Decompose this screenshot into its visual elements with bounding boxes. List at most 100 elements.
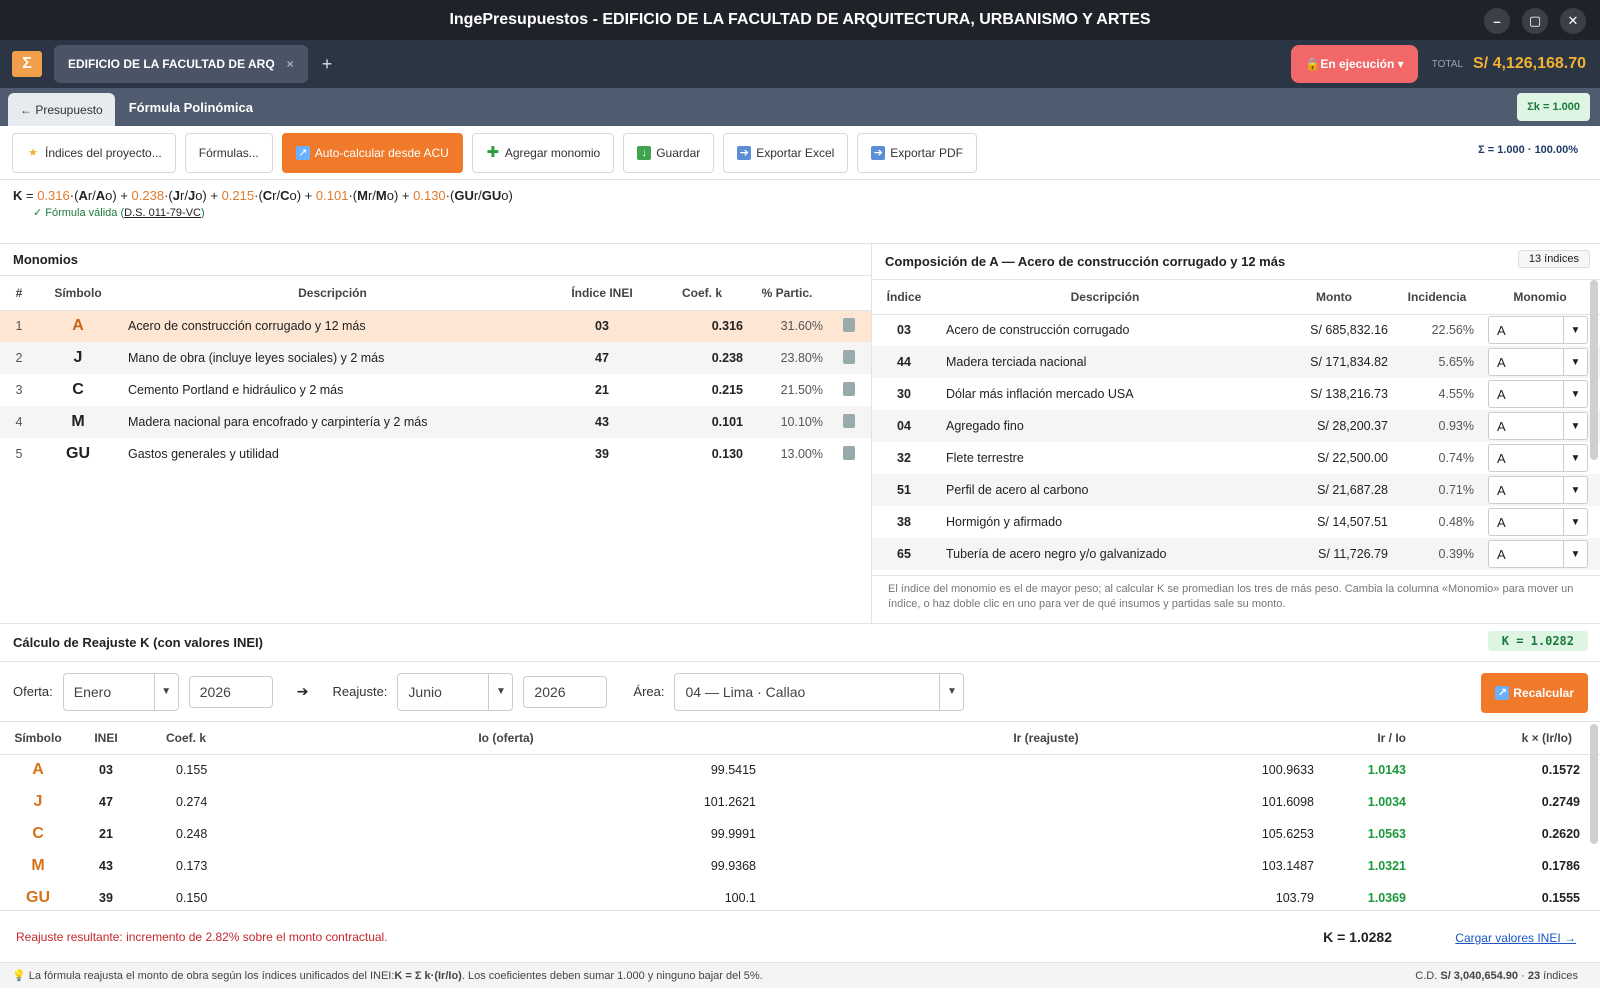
composition-table: Índice Descripción Monto Incidencia Mono… <box>872 280 1600 570</box>
trash-icon[interactable] <box>843 349 855 364</box>
offer-year-input[interactable]: 2026 <box>188 675 273 708</box>
calc-panel-header: Cálculo de Reajuste K (con valores INEI)… <box>0 624 1600 662</box>
composition-row[interactable]: 30 Dólar más inflación mercado USA S/ 138,… <box>872 378 1600 410</box>
trash-icon[interactable] <box>843 413 855 428</box>
sum-k-badge: Σk = 1.000 <box>1517 93 1590 121</box>
k-result-badge: K = 1.0282 <box>1487 631 1588 651</box>
trash-icon[interactable] <box>843 381 855 396</box>
composition-row[interactable]: 51 Perfil de acero al carbono S/ 21,687.28… <box>872 474 1600 506</box>
area-select[interactable]: 04 — Lima · Callao ▼ <box>674 672 965 711</box>
chevron-down-icon: ▼ <box>939 673 963 710</box>
chart-icon: ↗ <box>295 145 310 160</box>
back-to-budget-button[interactable]: ← Presupuesto <box>8 93 115 127</box>
calc-row: A 03 0.155 99.5415 100.9633 1.0143 0.1572 <box>32 761 1580 779</box>
sub-header: ← Presupuesto Fórmula Polinómica Σk = 1.… <box>0 88 1600 127</box>
title-bar: IngePresupuestos - EDIFICIO DE LA FACULT… <box>0 0 1600 40</box>
monomials-title: Monomios <box>0 244 871 276</box>
load-inei-link[interactable]: Cargar valores INEI → <box>1455 931 1576 945</box>
close-tab-icon[interactable]: × <box>287 57 294 71</box>
chevron-down-icon: ▼ <box>1563 445 1587 471</box>
plus-icon: ✚ <box>486 143 500 161</box>
monomials-table: # Símbolo Descripción Índice INEI Coef. … <box>0 276 871 470</box>
project-status-dropdown[interactable]: 🔒 En ejecución ▾ <box>1291 45 1418 83</box>
offer-month-select[interactable]: Enero ▼ <box>62 672 179 711</box>
monomial-row[interactable]: 4 M Madera nacional para encofrado y carpi… <box>0 406 871 438</box>
indices-count-badge: 13 índices <box>1517 250 1590 268</box>
calc-row: C 21 0.248 99.9991 105.6253 1.0563 0.2620 <box>32 825 1580 842</box>
monomial-select[interactable]: A ▼ <box>1488 508 1588 536</box>
composition-row[interactable]: 44 Madera terciada nacional S/ 171,834.82 5… <box>872 346 1600 378</box>
formula-valid-status: ✓ Fórmula válida (D.S. 011-79-VC) <box>33 207 205 219</box>
composition-row[interactable]: 04 Agregado fino S/ 28,200.37 0.93% A ▼ <box>872 410 1600 442</box>
chevron-down-icon: ▼ <box>153 673 178 710</box>
calc-row: GU 39 0.150 100.1 103.79 1.0369 0.1555 <box>26 889 1580 906</box>
monomial-select[interactable]: A ▼ <box>1488 316 1588 345</box>
k-footer-value: K = 1.0282 <box>1323 929 1392 945</box>
area-label: Área: <box>633 684 665 699</box>
readjust-month-select[interactable]: Junio ▼ <box>397 672 514 711</box>
monomial-row[interactable]: 1 A Acero de construcción corrugado y 12 m… <box>0 310 871 342</box>
total-label: TOTAL <box>1431 58 1464 70</box>
window-title: IngePresupuestos - EDIFICIO DE LA FACULT… <box>449 11 1151 28</box>
download-icon: ↓ <box>637 145 652 160</box>
formulas-button[interactable]: Fórmulas... <box>184 132 273 173</box>
status-label: En ejecución <box>1320 57 1395 71</box>
composition-row[interactable]: 03 Acero de construcción corrugado S/ 685,… <box>872 314 1600 346</box>
direct-cost-summary: C.D. S/ 3,040,654.90 · 23 índices <box>1415 970 1578 982</box>
monomial-select[interactable]: A ▼ <box>1488 412 1588 440</box>
tab-bar: Σ EDIFICIO DE LA FACULTAD DE ARQ × + 🔒 En… <box>0 40 1600 88</box>
minimize-button[interactable]: – <box>1484 8 1510 34</box>
maximize-button[interactable]: ▢ <box>1522 8 1548 34</box>
autocalc-button[interactable]: ↗ Auto-calcular desde ACU <box>281 132 463 173</box>
sigma-summary: Σ = 1.000 · 100.00% <box>1478 144 1578 156</box>
chevron-down-icon: ▼ <box>1563 541 1587 567</box>
monomial-row[interactable]: 2 J Mano de obra (incluye leyes sociales) … <box>0 342 871 374</box>
add-tab-button[interactable]: + <box>322 54 333 75</box>
composition-note: El índice del monomio es el de mayor pes… <box>872 575 1600 623</box>
recalculate-button[interactable]: ↗ Recalcular <box>1481 673 1588 713</box>
project-indices-button[interactable]: ★ Índices del proyecto... <box>12 132 176 173</box>
total-value: S/ 4,126,168.70 <box>1473 55 1586 72</box>
export-icon: ➔ <box>871 145 886 160</box>
monomial-select[interactable]: A ▼ <box>1488 380 1588 408</box>
app-logo-icon: Σ <box>12 51 42 77</box>
composition-row[interactable]: 32 Flete terrestre S/ 22,500.00 0.74% A ▼ <box>872 442 1600 474</box>
monomial-row[interactable]: 5 GU Gastos generales y utilidad 39 0.130 13.… <box>0 438 871 470</box>
save-button[interactable]: ↓ Guardar <box>623 132 715 173</box>
lightbulb-icon: 💡 <box>12 970 26 982</box>
trash-icon[interactable] <box>843 445 855 460</box>
composition-panel: Composición de A — Acero de construcción… <box>872 244 1600 623</box>
calc-table-wrap: Símbolo INEI Coef. k Io (oferta) Ir (rea… <box>0 722 1600 910</box>
calc-scrollbar[interactable] <box>1590 724 1598 844</box>
formula-panel: K = 0.316·(Ar/Ao) + 0.238·(Jr/Jo) + 0.21… <box>0 180 1600 244</box>
star-icon: ★ <box>28 146 38 159</box>
monomials-panel: Monomios # Símbolo Descripción Índice IN… <box>0 244 872 623</box>
composition-row[interactable]: 38 Hormigón y afirmado S/ 14,507.51 0.48% A ▼ <box>872 506 1600 538</box>
chevron-down-icon: ▼ <box>1563 477 1587 503</box>
export-excel-button[interactable]: ➔ Exportar Excel <box>723 132 849 173</box>
decree-link[interactable]: D.S. 011-79-VC <box>124 207 201 219</box>
status-bar: 💡 La fórmula reajusta el monto de obra s… <box>0 962 1600 988</box>
monomial-select[interactable]: A ▼ <box>1488 540 1588 568</box>
calc-table: Símbolo INEI Coef. k Io (oferta) Ir (rea… <box>0 722 1600 910</box>
chevron-down-icon: ▼ <box>1563 349 1587 375</box>
add-monomial-button[interactable]: ✚ Agregar monomio <box>471 132 615 173</box>
monomial-select[interactable]: A ▼ <box>1488 348 1588 376</box>
export-pdf-button[interactable]: ➔ Exportar PDF <box>857 132 977 173</box>
composition-scrollbar[interactable] <box>1590 280 1598 460</box>
trash-icon[interactable] <box>843 317 855 332</box>
readjust-year-input[interactable]: 2026 <box>523 675 608 708</box>
chevron-down-icon: ▼ <box>1563 413 1587 439</box>
document-tab[interactable]: EDIFICIO DE LA FACULTAD DE ARQ × <box>54 45 308 83</box>
composition-row[interactable]: 65 Tubería de acero negro y/o galvanizado… <box>872 538 1600 570</box>
close-button[interactable]: ✕ <box>1560 8 1586 34</box>
monomial-select[interactable]: A ▼ <box>1488 444 1588 472</box>
monomial-select[interactable]: A ▼ <box>1488 476 1588 504</box>
document-tab-label: EDIFICIO DE LA FACULTAD DE ARQ <box>68 57 275 71</box>
export-icon: ➔ <box>737 145 752 160</box>
monomial-row[interactable]: 3 C Cemento Portland e hidráulico y 2 más 2… <box>0 374 871 406</box>
chart-icon: ↗ <box>1495 686 1510 700</box>
chevron-down-icon: ▼ <box>1563 509 1587 535</box>
calc-params: Oferta: Enero ▼ 2026 ➔ Reajuste: Junio ▼ 2… <box>0 662 1600 722</box>
chevron-down-icon: ▼ <box>488 673 512 710</box>
